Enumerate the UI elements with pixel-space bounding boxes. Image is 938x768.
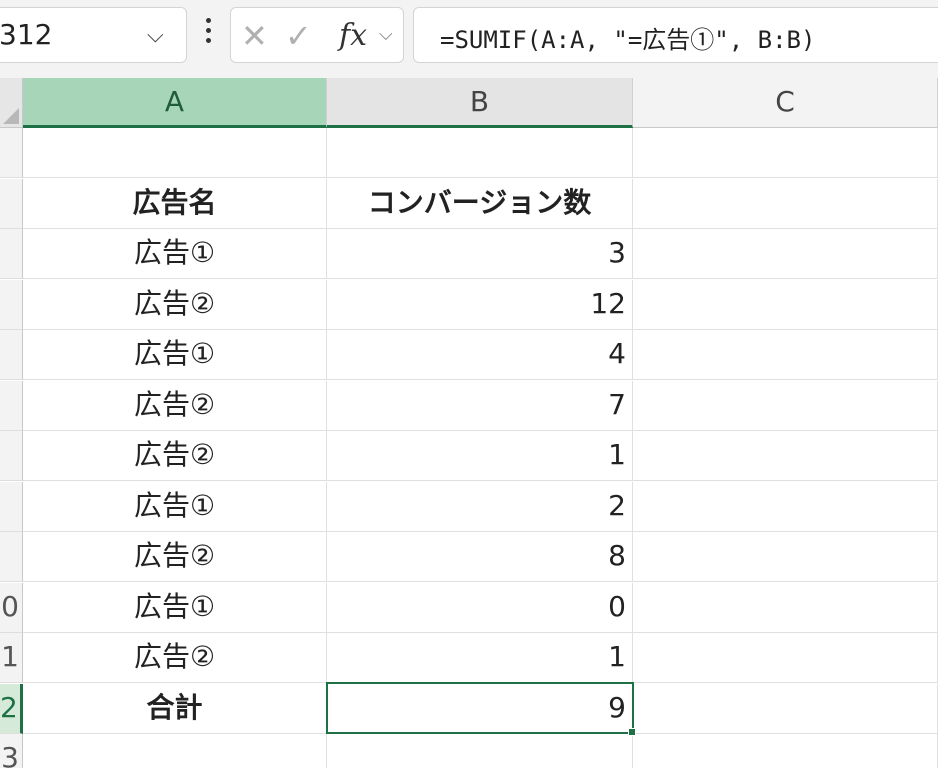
column-header-b[interactable]: B — [327, 78, 633, 128]
cell-a[interactable]: 広告② — [23, 532, 327, 582]
row-header[interactable] — [0, 128, 23, 178]
cell-c[interactable] — [633, 179, 938, 229]
cell-c[interactable] — [633, 229, 938, 279]
cell-a[interactable]: 広告② — [23, 280, 327, 330]
cell-b[interactable]: 8 — [327, 532, 633, 582]
cell-c[interactable] — [633, 381, 938, 431]
fill-handle[interactable] — [628, 728, 636, 736]
cell-a[interactable]: 広告② — [23, 633, 327, 683]
name-box[interactable]: 312 ⌵ — [0, 7, 187, 63]
cell-b[interactable]: 9 — [327, 684, 633, 734]
row-header[interactable]: 2 — [0, 684, 23, 734]
cancel-icon[interactable]: ✕ — [241, 18, 268, 54]
row-header[interactable] — [0, 330, 23, 380]
row-header[interactable] — [0, 532, 23, 582]
cell-a[interactable] — [23, 128, 327, 178]
chevron-down-icon[interactable]: ⌵ — [147, 23, 164, 48]
row-header[interactable]: 0 — [0, 583, 23, 633]
row-header[interactable] — [0, 431, 23, 481]
formula-input[interactable]: =SUMIF(A:A, "=広告①", B:B) — [413, 7, 938, 63]
column-header-c[interactable]: C — [633, 78, 938, 128]
cell-c[interactable] — [633, 734, 938, 768]
formula-bar: 312 ⌵ ✕ ✓ fx ⌵ =SUMIF(A:A, "=広告①", B:B) — [0, 0, 938, 78]
cell-a[interactable]: 合計 — [23, 684, 327, 734]
cell-a[interactable]: 広告名 — [23, 179, 327, 229]
more-options-icon[interactable] — [204, 18, 212, 50]
chevron-down-icon[interactable]: ⌵ — [379, 24, 393, 45]
cell-c[interactable] — [633, 532, 938, 582]
cell-b[interactable]: 1 — [327, 633, 633, 683]
select-all-corner[interactable] — [0, 78, 23, 128]
cell-c[interactable] — [633, 128, 938, 178]
cell-a[interactable]: 広告② — [23, 381, 327, 431]
cell-b[interactable] — [327, 734, 633, 768]
row-header[interactable] — [0, 381, 23, 431]
row-header[interactable] — [0, 482, 23, 532]
cell-c[interactable] — [633, 583, 938, 633]
insert-function-button[interactable]: fx — [339, 18, 367, 54]
cell-c[interactable] — [633, 431, 938, 481]
cell-b[interactable]: 4 — [327, 330, 633, 380]
cell-a[interactable]: 広告① — [23, 583, 327, 633]
cell-b[interactable]: 7 — [327, 381, 633, 431]
cell-b[interactable] — [327, 128, 633, 178]
row-header[interactable]: 1 — [0, 633, 23, 683]
cell-c[interactable] — [633, 330, 938, 380]
row-header[interactable] — [0, 280, 23, 330]
cell-c[interactable] — [633, 633, 938, 683]
cell-b[interactable]: 12 — [327, 280, 633, 330]
cell-c[interactable] — [633, 684, 938, 734]
formula-controls: ✕ ✓ fx ⌵ — [230, 7, 404, 63]
cell-a[interactable] — [23, 734, 327, 768]
row-header[interactable] — [0, 229, 23, 279]
checkmark-icon[interactable]: ✓ — [285, 18, 312, 54]
name-box-value: 312 — [0, 18, 53, 51]
cell-c[interactable] — [633, 280, 938, 330]
cell-b[interactable]: 3 — [327, 229, 633, 279]
cell-a[interactable]: 広告② — [23, 431, 327, 481]
cell-c[interactable] — [633, 482, 938, 532]
row-header[interactable] — [0, 179, 23, 229]
cell-a[interactable]: 広告① — [23, 330, 327, 380]
row-header[interactable]: 3 — [0, 734, 23, 768]
cell-b[interactable]: 1 — [327, 431, 633, 481]
column-header-a[interactable]: A — [23, 78, 327, 128]
cell-b[interactable]: 2 — [327, 482, 633, 532]
cell-a[interactable]: 広告① — [23, 482, 327, 532]
cell-a[interactable]: 広告① — [23, 229, 327, 279]
cell-b[interactable]: コンバージョン数 — [327, 179, 633, 229]
formula-text: =SUMIF(A:A, "=広告①", B:B) — [440, 26, 816, 54]
cell-b[interactable]: 0 — [327, 583, 633, 633]
